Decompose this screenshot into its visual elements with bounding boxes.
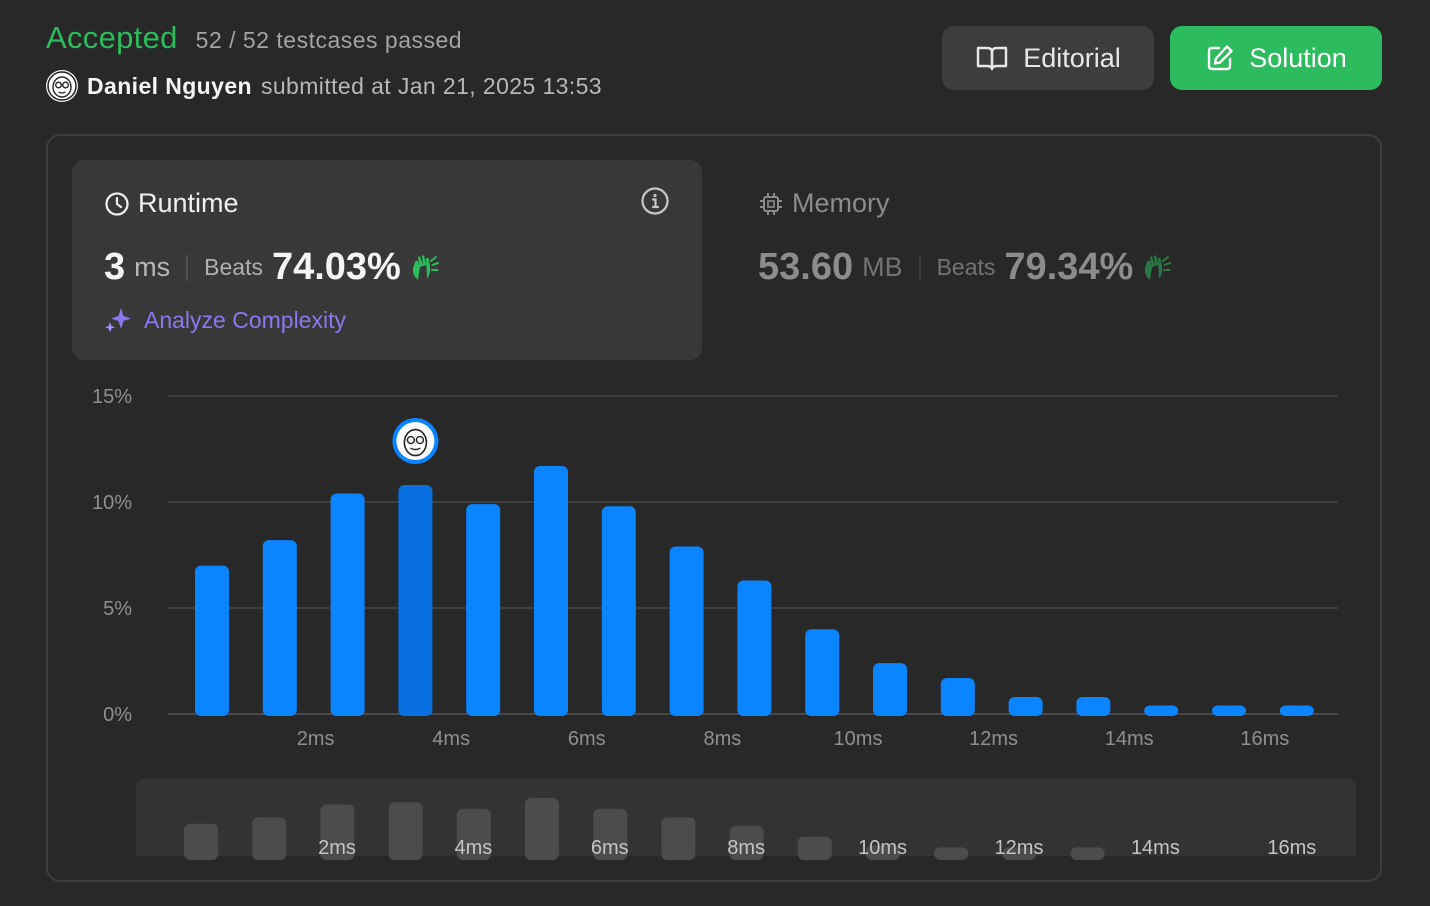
runtime-card[interactable]: Runtime 3 ms Beats 74.03% Analyze Comple… (72, 160, 702, 360)
status-accepted: Accepted (46, 20, 178, 55)
mini-bar (184, 823, 218, 860)
analyze-label: Analyze Complexity (144, 306, 346, 333)
x-tick-label: 10ms (834, 728, 883, 750)
bar[interactable] (1279, 705, 1314, 716)
bar[interactable] (737, 580, 772, 716)
bar-selected[interactable] (398, 485, 433, 716)
mini-bar (252, 817, 287, 860)
memory-title: Memory (758, 188, 890, 219)
bar[interactable] (805, 629, 840, 716)
mini-x-tick-label: 2ms (318, 837, 356, 859)
editorial-label: Editorial (1023, 42, 1121, 73)
submission-header: Accepted 52 / 52 testcases passed Daniel… (46, 20, 1386, 110)
runtime-beats-value: 74.03% (271, 246, 401, 288)
x-tick-label: 12ms (969, 728, 1018, 750)
mini-bar (525, 798, 559, 860)
avatar[interactable] (46, 70, 78, 102)
x-tick-label: 4ms (432, 728, 470, 750)
runtime-title-label: Runtime (138, 188, 239, 218)
sparkle-icon (105, 308, 131, 333)
mini-x-tick-label: 16ms (1267, 837, 1316, 859)
submitted-time: submitted at Jan 21, 2025 13:53 (260, 72, 602, 99)
bar[interactable] (466, 504, 501, 716)
runtime-value: 3 (104, 246, 126, 288)
x-tick-label: 14ms (1105, 728, 1154, 750)
divider (918, 254, 921, 281)
memory-value: 53.60 (758, 246, 854, 288)
clap-icon (1145, 254, 1172, 280)
bar[interactable] (330, 493, 365, 716)
bar[interactable] (1212, 705, 1246, 716)
mini-bar (388, 802, 423, 860)
memory-beats-label: Beats (936, 254, 996, 280)
memory-unit: MB (862, 252, 903, 282)
bar[interactable] (940, 677, 975, 716)
bar[interactable] (873, 663, 907, 716)
mini-bar (934, 847, 969, 860)
x-tick-label: 8ms (704, 728, 742, 750)
y-tick-label: 10% (92, 492, 132, 514)
runtime-metric: 3 ms Beats 74.03% (104, 246, 441, 289)
memory-card[interactable]: Memory 53.60 MB Beats 79.34% (752, 160, 1352, 360)
editorial-button[interactable]: Editorial (942, 26, 1154, 90)
y-tick-label: 15% (92, 386, 132, 408)
book-icon (977, 46, 1008, 71)
mini-x-tick-label: 12ms (995, 837, 1044, 859)
runtime-unit: ms (134, 252, 171, 282)
clap-icon (412, 254, 439, 280)
bar[interactable] (669, 546, 704, 716)
mini-bar (661, 817, 696, 860)
bar[interactable] (195, 565, 229, 716)
y-tick-label: 0% (103, 704, 132, 726)
mini-x-tick-label: 8ms (727, 837, 765, 859)
bar[interactable] (534, 465, 568, 716)
solution-button[interactable]: Solution (1170, 26, 1382, 90)
info-icon[interactable] (640, 186, 670, 221)
edit-icon (1208, 45, 1233, 71)
memory-beats-value: 79.34% (1004, 246, 1134, 288)
chip-icon (760, 192, 782, 215)
y-tick-label: 5% (103, 598, 132, 620)
bar[interactable] (262, 540, 297, 716)
user-avatar-icon (47, 71, 77, 101)
result-panel: Runtime 3 ms Beats 74.03% Analyze Comple… (46, 134, 1382, 882)
testcases-passed: 52 / 52 testcases passed (195, 27, 463, 53)
avatar-marker[interactable] (396, 422, 435, 461)
mini-bar (1070, 847, 1105, 860)
x-tick-label: 6ms (568, 728, 606, 750)
mini-x-tick-label: 4ms (455, 837, 493, 859)
mini-bar (797, 836, 832, 860)
mini-x-tick-label: 10ms (858, 837, 907, 859)
memory-title-label: Memory (792, 188, 890, 218)
runtime-title: Runtime (104, 188, 239, 219)
bar[interactable] (1076, 697, 1111, 716)
memory-metric: 53.60 MB Beats 79.34% (758, 246, 1173, 289)
x-tick-label: 16ms (1240, 728, 1289, 750)
mini-x-tick-label: 6ms (591, 837, 629, 859)
bar[interactable] (1008, 697, 1043, 716)
divider (186, 254, 189, 281)
solution-label: Solution (1249, 42, 1347, 73)
user-name[interactable]: Daniel Nguyen (87, 73, 252, 100)
analyze-complexity-link[interactable]: Analyze Complexity (104, 306, 346, 334)
clock-icon (105, 191, 129, 216)
runtime-beats-label: Beats (204, 254, 263, 280)
bar[interactable] (601, 506, 636, 716)
mini-x-tick-label: 14ms (1131, 837, 1180, 859)
x-tick-label: 2ms (297, 728, 335, 750)
bar[interactable] (1144, 705, 1179, 716)
